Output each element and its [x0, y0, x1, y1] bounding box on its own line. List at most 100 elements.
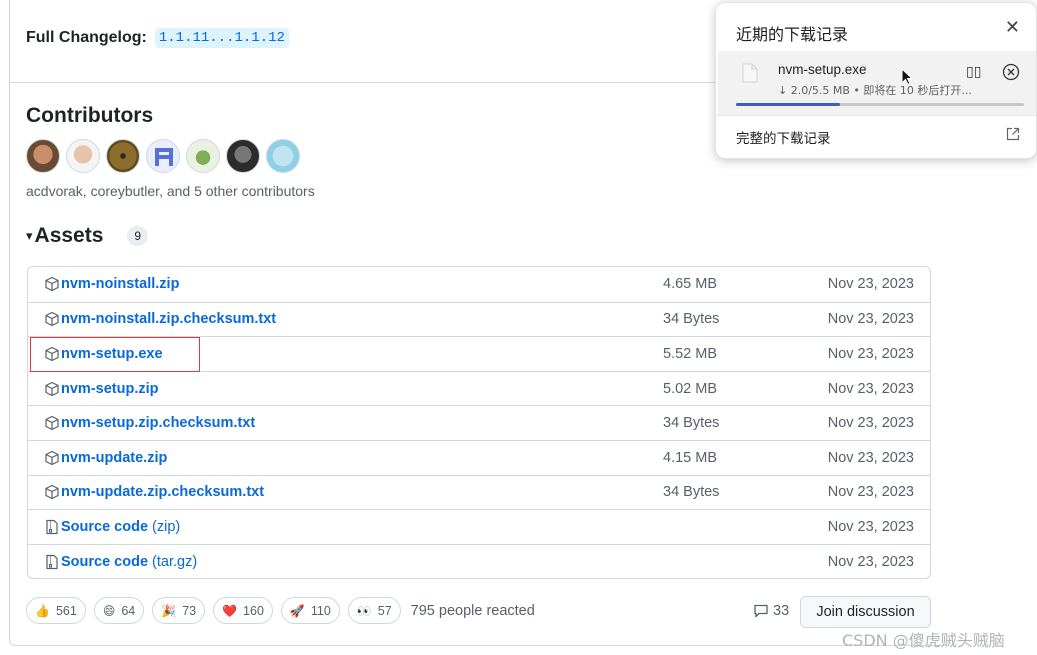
file-icon [742, 63, 758, 83]
asset-link[interactable]: nvm-setup.exe [44, 346, 163, 362]
reaction-smile[interactable]: 😄 64 [93, 597, 145, 624]
asset-name: Source code [61, 553, 149, 570]
asset-date: Nov 23, 2023 [827, 415, 914, 432]
asset-size: 34 Bytes [663, 311, 720, 328]
reactions-bar: 👍 561 😄 64 🎉 73 ❤️ 160 🚀 110 👀 57 795 people reacted [26, 597, 535, 624]
downloads-title: 近期的下载记录 [736, 25, 849, 44]
tada-icon: 🎉 [161, 603, 177, 618]
changelog-label: Full Changelog: [26, 29, 147, 46]
asset-date: Nov 23, 2023 [827, 553, 914, 570]
asset-name: nvm-update.zip.checksum.txt [61, 484, 265, 501]
full-changelog: Full Changelog: 1.1.11...1.1.12 [26, 28, 289, 48]
asset-row: Source code (tar.gz) Nov 23, 2023 [28, 543, 930, 579]
asset-link[interactable]: nvm-update.zip.checksum.txt [44, 484, 264, 500]
asset-name: nvm-setup.zip.checksum.txt [61, 415, 256, 432]
asset-name: nvm-update.zip [61, 449, 168, 466]
heart-icon: ❤️ [222, 603, 238, 618]
rocket-icon: 🚀 [289, 603, 305, 618]
reaction-count: 64 [121, 603, 136, 618]
file-zip-icon [44, 519, 60, 535]
close-icon[interactable]: ✕ [1005, 19, 1020, 37]
reactions-summary: 795 people reacted [410, 602, 535, 619]
asset-date: Nov 23, 2023 [827, 484, 914, 501]
download-status: ↓ 2.0/5.5 MB • 即将在 10 秒后打开... [778, 84, 972, 97]
asset-link[interactable]: nvm-noinstall.zip [44, 276, 179, 292]
asset-size: 4.65 MB [663, 276, 717, 293]
asset-name: Source code [61, 518, 149, 535]
asset-size: 34 Bytes [663, 484, 720, 501]
asset-link[interactable]: nvm-setup.zip.checksum.txt [44, 415, 255, 431]
cancel-icon[interactable] [1002, 63, 1020, 81]
asset-name: nvm-setup.exe [61, 345, 163, 362]
asset-row: nvm-noinstall.zip 4.65 MB Nov 23, 2023 [28, 267, 930, 302]
download-item[interactable]: nvm-setup.exe ↓ 2.0/5.5 MB • 即将在 10 秒后打开… [718, 51, 1036, 115]
reaction-count: 73 [182, 603, 197, 618]
asset-row: nvm-setup.exe 5.52 MB Nov 23, 2023 [28, 336, 930, 371]
package-icon [44, 484, 60, 500]
avatar[interactable] [146, 139, 180, 173]
contributors-summary: acdvorak, coreybutler, and 5 other contr… [26, 183, 315, 199]
reaction-count: 57 [377, 603, 392, 618]
asset-size: 5.02 MB [663, 380, 717, 397]
package-icon [44, 276, 60, 292]
comments-count[interactable]: 33 [753, 603, 789, 619]
asset-row: nvm-update.zip 4.15 MB Nov 23, 2023 [28, 439, 930, 475]
assets-toggle[interactable]: ▾ Assets 9 [26, 224, 149, 248]
pause-icon[interactable]: ▯▯ [966, 64, 981, 80]
downloads-divider [716, 115, 1036, 116]
package-icon [44, 311, 60, 327]
reaction-tada[interactable]: 🎉 73 [152, 597, 206, 624]
comments-count-value: 33 [773, 603, 790, 619]
asset-row: nvm-update.zip.checksum.txt 34 Bytes Nov 2… [28, 474, 930, 510]
asset-name: nvm-noinstall.zip [61, 276, 180, 293]
asset-size: 4.15 MB [663, 449, 717, 466]
asset-date: Nov 23, 2023 [827, 380, 914, 397]
asset-size: 34 Bytes [663, 415, 720, 432]
mouse-cursor-icon [901, 68, 913, 86]
package-icon [44, 346, 60, 362]
asset-name: nvm-noinstall.zip.checksum.txt [61, 311, 277, 328]
asset-row: nvm-setup.zip 5.02 MB Nov 23, 2023 [28, 370, 930, 406]
comment-icon [754, 604, 768, 618]
asset-ext: (zip) [152, 518, 181, 535]
asset-link[interactable]: nvm-setup.zip [44, 381, 158, 397]
eyes-icon: 👀 [356, 603, 372, 618]
reaction-rocket[interactable]: 🚀 110 [280, 597, 340, 624]
triangle-down-icon: ▾ [26, 228, 33, 243]
asset-link[interactable]: nvm-update.zip [44, 450, 167, 466]
asset-date: Nov 23, 2023 [827, 345, 914, 362]
smile-icon: 😄 [102, 603, 116, 618]
reaction-heart[interactable]: ❤️ 160 [213, 597, 273, 624]
download-progress-bar [736, 103, 1024, 106]
thumbs-up-icon: 👍 [35, 603, 50, 618]
open-external-icon[interactable] [1006, 127, 1020, 141]
join-discussion-button[interactable]: Join discussion [800, 596, 931, 628]
asset-date: Nov 23, 2023 [827, 518, 914, 535]
asset-link[interactable]: Source code (tar.gz) [44, 554, 197, 570]
package-icon [44, 381, 60, 397]
asset-row: nvm-setup.zip.checksum.txt 34 Bytes Nov 23… [28, 405, 930, 440]
asset-row: Source code (zip) Nov 23, 2023 [28, 509, 930, 544]
download-file-name: nvm-setup.exe [778, 62, 867, 77]
assets-heading: Assets [34, 224, 104, 247]
avatar[interactable] [106, 139, 140, 173]
changelog-compare-link[interactable]: 1.1.11...1.1.12 [154, 28, 289, 48]
downloads-popup: 近期的下载记录 ✕ nvm-setup.exe ↓ 2.0/5.5 MB • 即… [715, 2, 1037, 159]
avatar[interactable] [186, 139, 220, 173]
avatar[interactable] [66, 139, 100, 173]
asset-link[interactable]: Source code (zip) [44, 519, 180, 535]
contributors-heading: Contributors [26, 104, 154, 127]
package-icon [44, 415, 60, 431]
asset-link[interactable]: nvm-noinstall.zip.checksum.txt [44, 311, 276, 327]
download-progress-fill [736, 103, 840, 106]
asset-date: Nov 23, 2023 [827, 276, 914, 293]
reaction-eyes[interactable]: 👀 57 [347, 597, 401, 624]
reaction-thumbs-up[interactable]: 👍 561 [26, 597, 86, 624]
avatar[interactable] [226, 139, 260, 173]
avatar[interactable] [266, 139, 300, 173]
full-download-history-link[interactable]: 完整的下载记录 [736, 127, 831, 147]
asset-date: Nov 23, 2023 [827, 449, 914, 466]
watermark: CSDN @傻虎贼头贼脑 [842, 631, 1005, 650]
assets-count-badge: 9 [127, 226, 149, 246]
avatar[interactable] [26, 139, 60, 173]
